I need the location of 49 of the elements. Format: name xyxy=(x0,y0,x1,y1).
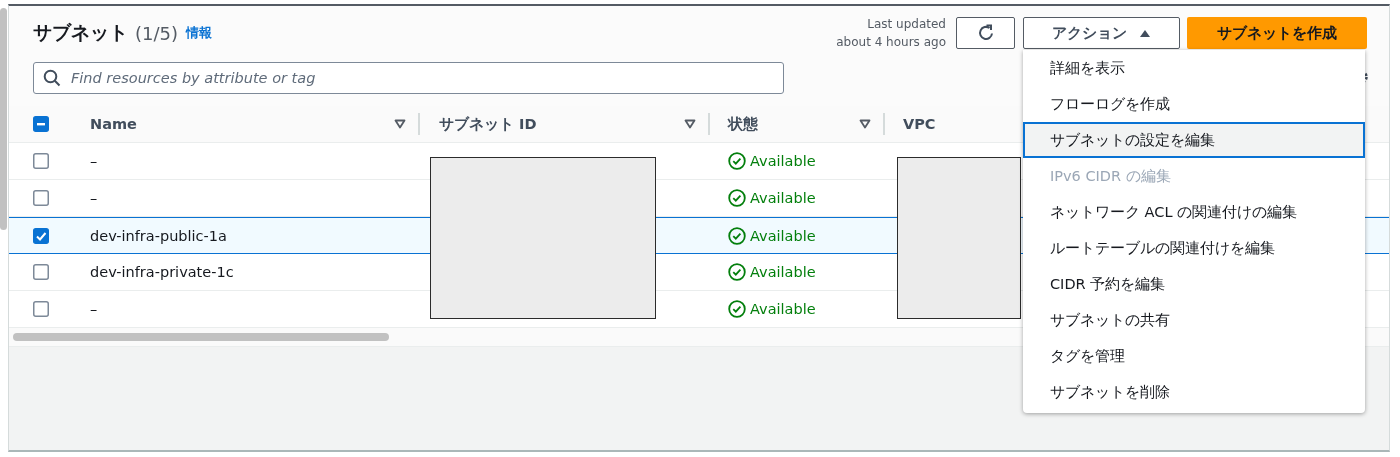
status-label: Available xyxy=(728,152,816,170)
menu-item[interactable]: タグを管理 xyxy=(1023,338,1365,374)
scrollbar-thumb[interactable] xyxy=(13,333,389,341)
search-field[interactable]: Find resources by attribute or tag xyxy=(33,62,784,94)
menu-item[interactable]: サブネットを削除 xyxy=(1023,374,1365,410)
checkbox[interactable] xyxy=(33,301,49,317)
status-label: Available xyxy=(728,263,816,281)
sort-caret-icon[interactable] xyxy=(859,119,871,129)
table-cell: dev-infra-private-1c xyxy=(90,264,234,280)
scrollbar-thumb[interactable] xyxy=(0,8,7,230)
menu-item[interactable]: CIDR 予約を編集 xyxy=(1023,266,1365,302)
table-cell: – xyxy=(90,190,98,206)
column-header: サブネット ID xyxy=(439,114,538,134)
table-cell: – xyxy=(90,153,98,169)
last-updated-text: about 4 hours ago xyxy=(836,34,946,51)
checkbox[interactable] xyxy=(33,153,49,169)
info-link[interactable]: 情報 xyxy=(186,24,212,42)
checkbox[interactable] xyxy=(33,264,49,280)
status-label: Available xyxy=(728,226,816,245)
check-circle-icon xyxy=(728,152,746,170)
sort-caret-icon[interactable] xyxy=(684,119,696,129)
checkbox[interactable] xyxy=(33,227,49,244)
selection-count: (1/5) xyxy=(135,22,178,44)
menu-item[interactable]: ネットワーク ACL の関連付けの編集 xyxy=(1023,194,1365,230)
menu-item[interactable]: フローログを作成 xyxy=(1023,86,1365,122)
menu-item[interactable]: ルートテーブルの関連付けを編集 xyxy=(1023,230,1365,266)
status-label: Available xyxy=(728,189,816,207)
checkbox[interactable] xyxy=(33,190,49,206)
column-header: 状態 xyxy=(728,114,759,134)
menu-item[interactable]: 詳細を表示 xyxy=(1023,50,1365,86)
menu-item[interactable]: サブネットの設定を編集 xyxy=(1023,122,1365,158)
check-circle-icon xyxy=(728,263,746,281)
panel-title: サブネット xyxy=(33,20,128,45)
check-circle-icon xyxy=(728,300,746,318)
search-icon xyxy=(43,69,61,87)
table-cell: dev-infra-public-1a xyxy=(90,227,227,244)
refresh-button[interactable] xyxy=(956,17,1015,49)
check-circle-icon xyxy=(728,226,746,245)
check-circle-icon xyxy=(728,189,746,207)
create-subnet-button[interactable]: サブネットを作成 xyxy=(1187,17,1367,49)
menu-item[interactable]: サブネットの共有 xyxy=(1023,302,1365,338)
sort-caret-icon[interactable] xyxy=(394,119,406,129)
column-header: Name xyxy=(90,116,138,132)
status-label: Available xyxy=(728,300,816,318)
checkbox[interactable] xyxy=(33,116,49,132)
table-cell: – xyxy=(90,301,98,317)
last-updated-text: Last updated xyxy=(867,16,946,33)
column-header: VPC xyxy=(903,116,937,132)
actions-button[interactable]: アクション xyxy=(1023,17,1180,49)
